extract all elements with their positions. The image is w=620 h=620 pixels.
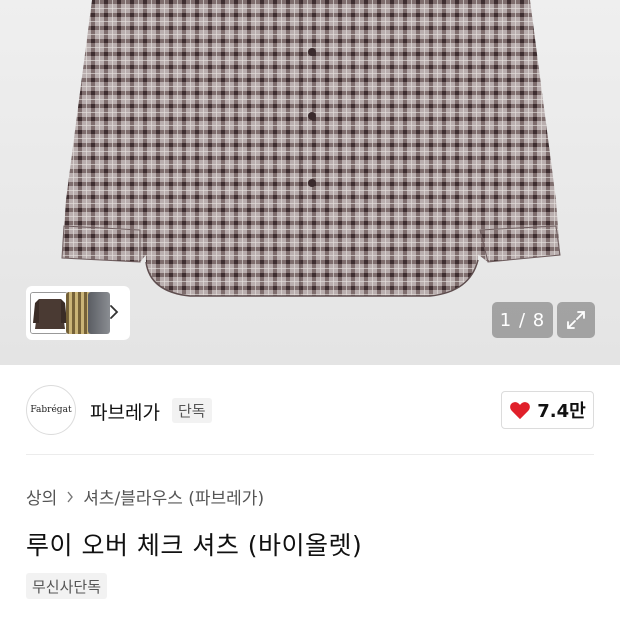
image-counter: 1 / 8 <box>492 302 553 338</box>
expand-button[interactable] <box>557 302 595 338</box>
brand-logo-text: Fabrégat <box>30 405 72 415</box>
brand-logo[interactable]: Fabrégat <box>26 385 76 435</box>
product-image-gallery[interactable]: 1 / 8 <box>0 0 620 365</box>
thumbnail-strip[interactable] <box>26 286 130 340</box>
like-button[interactable]: 7.4만 <box>501 391 594 429</box>
breadcrumb-item-top[interactable]: 상의 <box>26 484 57 509</box>
musinsa-exclusive-tag: 무신사단독 <box>26 573 108 599</box>
breadcrumb-item-shirts[interactable]: 셔츠/블라우스 (파브레가) <box>83 484 264 509</box>
brand-name[interactable]: 파브레가 <box>90 398 160 425</box>
divider <box>26 454 594 455</box>
chevron-right-icon <box>67 491 74 502</box>
product-title: 루이 오버 체크 셔츠 (바이올렛) <box>26 531 363 560</box>
expand-icon <box>567 311 585 329</box>
chevron-right-icon[interactable] <box>107 302 121 322</box>
heart-icon <box>510 402 531 420</box>
thumbnail-1[interactable] <box>30 292 68 334</box>
breadcrumb: 상의 셔츠/블라우스 (파브레가) <box>26 484 264 509</box>
brand-row: Fabrégat 파브레가 단독 7.4만 <box>0 365 620 455</box>
exclusive-badge: 단독 <box>172 398 212 423</box>
like-count: 7.4만 <box>537 401 586 422</box>
